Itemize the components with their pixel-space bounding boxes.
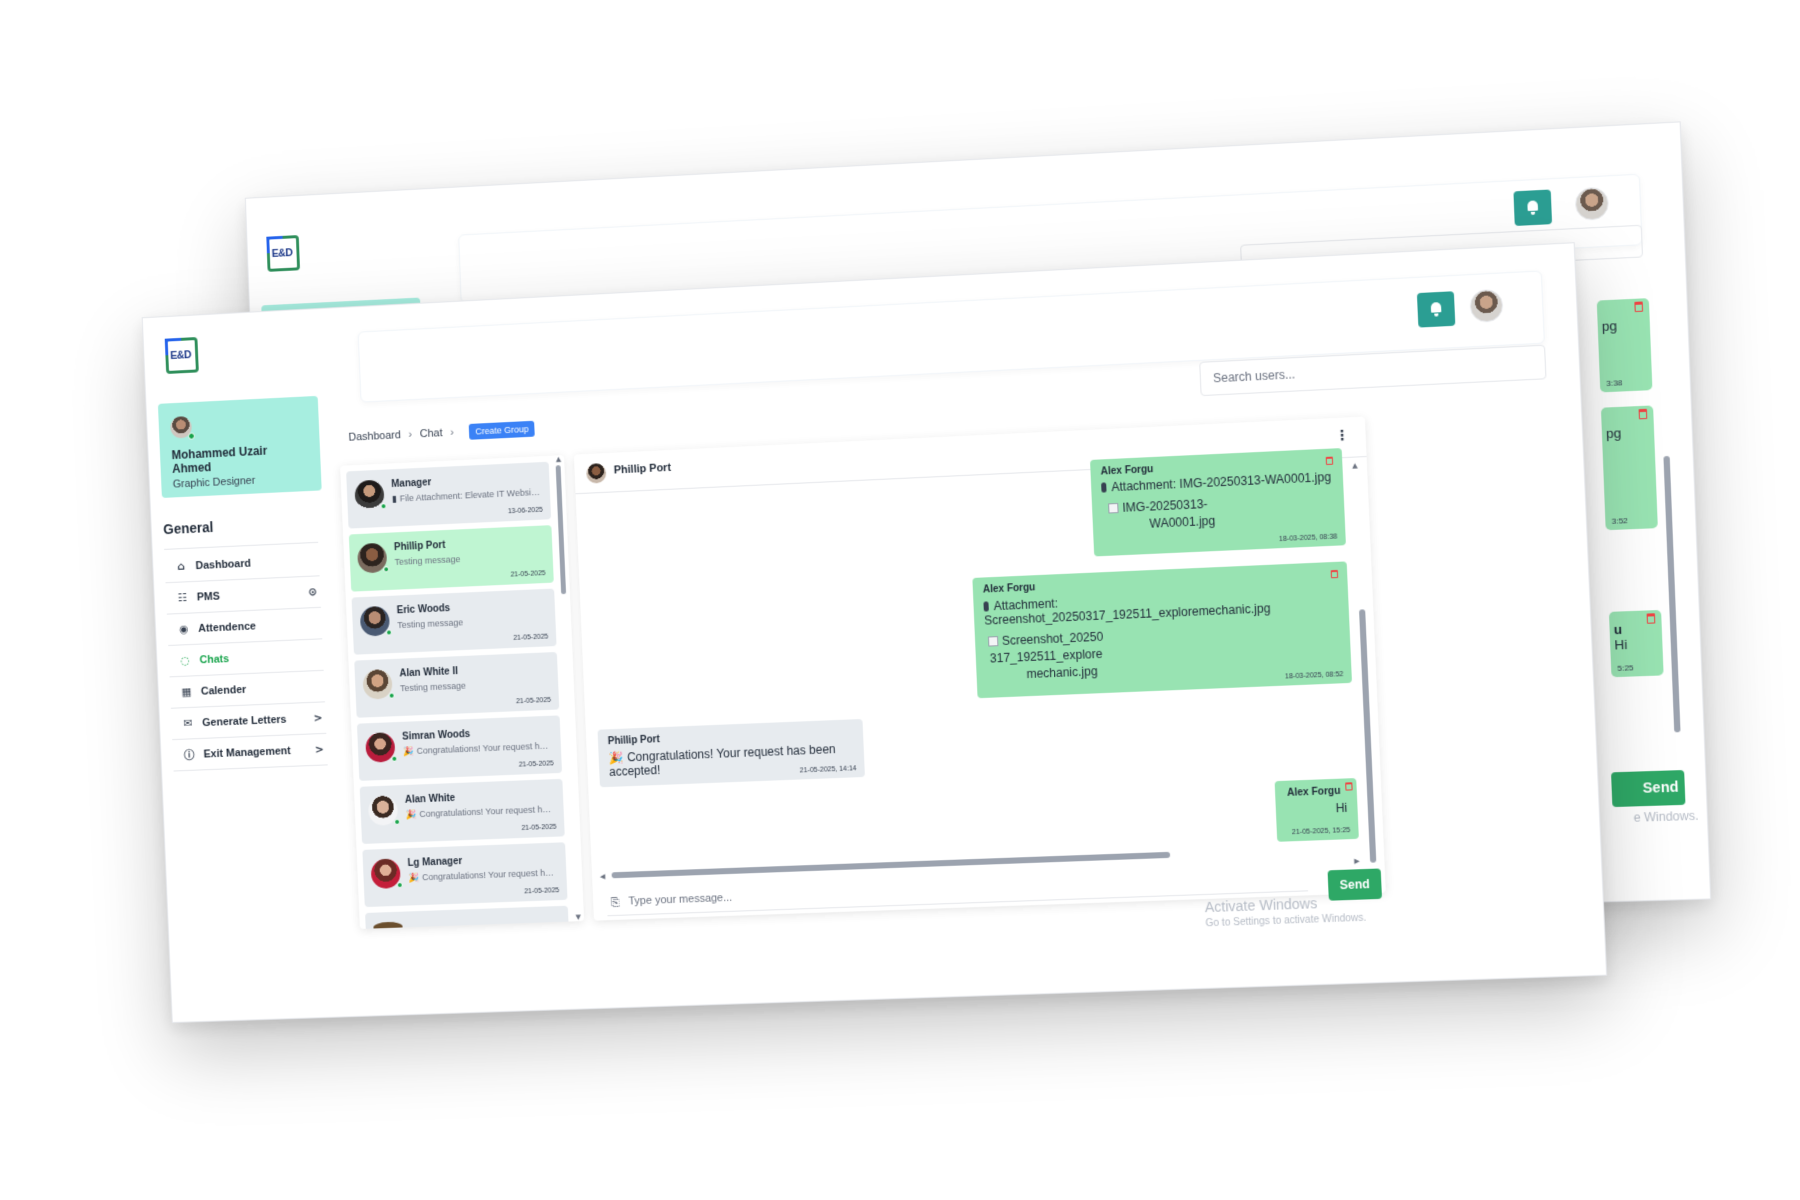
- profile-card[interactable]: Mohammed Uzair Ahmed Graphic Designer: [157, 395, 322, 498]
- bell-icon[interactable]: [1513, 189, 1553, 226]
- party-popper-icon: 🎉: [608, 750, 624, 766]
- avatar: [365, 732, 398, 763]
- avatar: [362, 668, 395, 700]
- message-bubble: Alex Forgu Attachment: Screenshot_202503…: [972, 561, 1353, 699]
- online-status-icon: [187, 432, 195, 440]
- profile-name: Mohammed Uzair Ahmed: [171, 443, 268, 476]
- chat-list: Manager ▮ File Attachment: Elevate IT Web…: [340, 455, 585, 929]
- conversation-contact-name: Phillip Port: [613, 461, 672, 477]
- trash-icon[interactable]: [1325, 456, 1334, 466]
- chat-list-item-phillip-port[interactable]: Phillip Port Testing message 21-05-2025: [348, 525, 554, 592]
- message-bubble: Alex Forgu Hi 21-05-2025, 15:25: [1274, 778, 1359, 842]
- sidebar-item-exit-management[interactable]: ⓘ Exit Management >: [172, 733, 328, 772]
- trash-icon[interactable]: [1646, 613, 1656, 624]
- online-status-icon: [385, 629, 393, 636]
- attachment-icon: [1101, 482, 1107, 493]
- party-popper-icon: 🎉: [402, 747, 414, 758]
- online-status-icon: [380, 503, 387, 510]
- attachment-icon[interactable]: ⎘: [611, 896, 620, 910]
- breadcrumb-chat[interactable]: Chat: [420, 427, 443, 440]
- mail-icon: ✉: [183, 716, 193, 730]
- create-group-button[interactable]: Create Group: [469, 420, 535, 440]
- online-status-icon: [391, 755, 398, 762]
- online-status-icon: [396, 881, 403, 889]
- calendar-icon: ▦: [181, 685, 192, 699]
- message-bubble: u Hi 5:25: [1608, 609, 1664, 678]
- conversation-panel: Phillip Port ⋮ Alex Forgu Attachment: IM…: [573, 416, 1386, 921]
- pms-icon: ☷: [177, 591, 188, 605]
- chat-icon: ◌: [180, 653, 191, 668]
- avatar[interactable]: [1574, 186, 1610, 221]
- avatar: [586, 462, 607, 484]
- message-bubble: pg 3:52: [1600, 405, 1658, 531]
- scroll-right-arrow-icon[interactable]: ▶: [1354, 857, 1360, 865]
- app-logo: E&D: [164, 337, 199, 374]
- vertical-scrollbar[interactable]: [1663, 455, 1681, 733]
- image-attachment[interactable]: IMG-20250313- WA0001.jpg: [1102, 490, 1335, 535]
- chat-list-item-simran-woods[interactable]: Simran Woods 🎉 Congratulations! Your requ…: [356, 715, 563, 781]
- scroll-down-arrow-icon[interactable]: ▼: [576, 913, 582, 921]
- online-status-icon: [394, 818, 401, 825]
- chat-list-item-alan-white-ii[interactable]: Alan White II Testing message 21-05-2025: [354, 651, 560, 718]
- avatar: [359, 605, 393, 637]
- breadcrumb: Dashboard › Chat › Create Group: [348, 420, 535, 446]
- broken-image-icon: [987, 636, 999, 647]
- online-status-icon: [383, 566, 390, 573]
- attachment-icon: [983, 601, 989, 612]
- trash-icon[interactable]: [1634, 301, 1644, 313]
- message-bubble: Alex Forgu Attachment: IMG-20250313-WA00…: [1090, 448, 1346, 557]
- fingerprint-icon: ◉: [178, 622, 189, 636]
- scroll-left-arrow-icon[interactable]: ◀: [600, 873, 606, 881]
- activate-windows-watermark: e Windows.: [1633, 808, 1699, 825]
- party-popper-icon: 🎉: [405, 810, 417, 821]
- send-button[interactable]: Send: [1611, 770, 1686, 808]
- chat-list-item[interactable]: [365, 905, 569, 929]
- chevron-right-icon[interactable]: >: [310, 711, 326, 724]
- chevron-right-icon[interactable]: >: [311, 743, 327, 756]
- avatar: [373, 921, 403, 929]
- chat-list-item-eric-woods[interactable]: Eric Woods Testing message 21-05-2025: [351, 588, 557, 655]
- info-icon: ⓘ: [183, 748, 195, 762]
- sidebar-nav: General ⌂ Dashboard ☷ PMS ⊙ ◉ Attendence…: [162, 514, 328, 772]
- message-bubble: Phillip Port 🎉 Congratulations! Your requ…: [597, 718, 865, 788]
- avatar[interactable]: [1469, 288, 1504, 323]
- avatar: [169, 415, 195, 440]
- vertical-scrollbar[interactable]: [555, 465, 567, 595]
- message-bubble: pg 3:38: [1596, 298, 1653, 393]
- chevron-down-icon[interactable]: ⊙: [305, 585, 321, 598]
- home-icon: ⌂: [177, 559, 186, 573]
- attachment-icon: ▮: [391, 494, 398, 505]
- chat-list-item-manager[interactable]: Manager ▮ File Attachment: Elevate IT Web…: [346, 461, 552, 529]
- breadcrumb-dashboard[interactable]: Dashboard: [348, 429, 401, 443]
- app-window: E&D Mohammed Uzair Ahmed Graphic Designe…: [141, 242, 1608, 1024]
- conversation-panel-edge: pg 3:38 pg 3:52 u Hi 5:25: [1591, 262, 1686, 837]
- vertical-scrollbar[interactable]: [1359, 609, 1377, 863]
- screenshot-stage: E&D pg 3:38 pg 3:52 u Hi 5:25 Send e Win…: [0, 0, 1800, 1200]
- trash-icon[interactable]: [1638, 408, 1648, 420]
- trash-icon[interactable]: [1345, 782, 1353, 791]
- avatar: [354, 479, 387, 511]
- scroll-up-arrow-icon[interactable]: ▲: [556, 455, 562, 463]
- activate-windows-watermark: Activate Windows Go to Settings to activ…: [1204, 895, 1367, 930]
- broken-image-icon: [1108, 502, 1119, 514]
- avatar: [367, 795, 401, 826]
- bell-icon[interactable]: [1416, 291, 1456, 328]
- chat-list-item-lg-manager[interactable]: Lg Manager 🎉 Congratulations! Your reques…: [362, 842, 568, 908]
- online-status-icon: [388, 692, 395, 699]
- more-options-icon[interactable]: ⋮: [1335, 427, 1350, 444]
- profile-role: Graphic Designer: [172, 474, 256, 491]
- chat-list-item-alan-white[interactable]: Alan White 🎉 Congratulations! Your reques…: [359, 778, 565, 844]
- avatar: [370, 858, 403, 890]
- app-logo: E&D: [266, 235, 301, 272]
- scroll-up-arrow-icon[interactable]: ▲: [1352, 462, 1358, 470]
- trash-icon[interactable]: [1330, 569, 1339, 579]
- party-popper-icon: 🎉: [408, 873, 420, 884]
- nav-section-title: General: [162, 514, 319, 550]
- image-attachment[interactable]: Screenshot_20250 317_192511_explore mech…: [985, 629, 1108, 685]
- avatar: [356, 542, 390, 574]
